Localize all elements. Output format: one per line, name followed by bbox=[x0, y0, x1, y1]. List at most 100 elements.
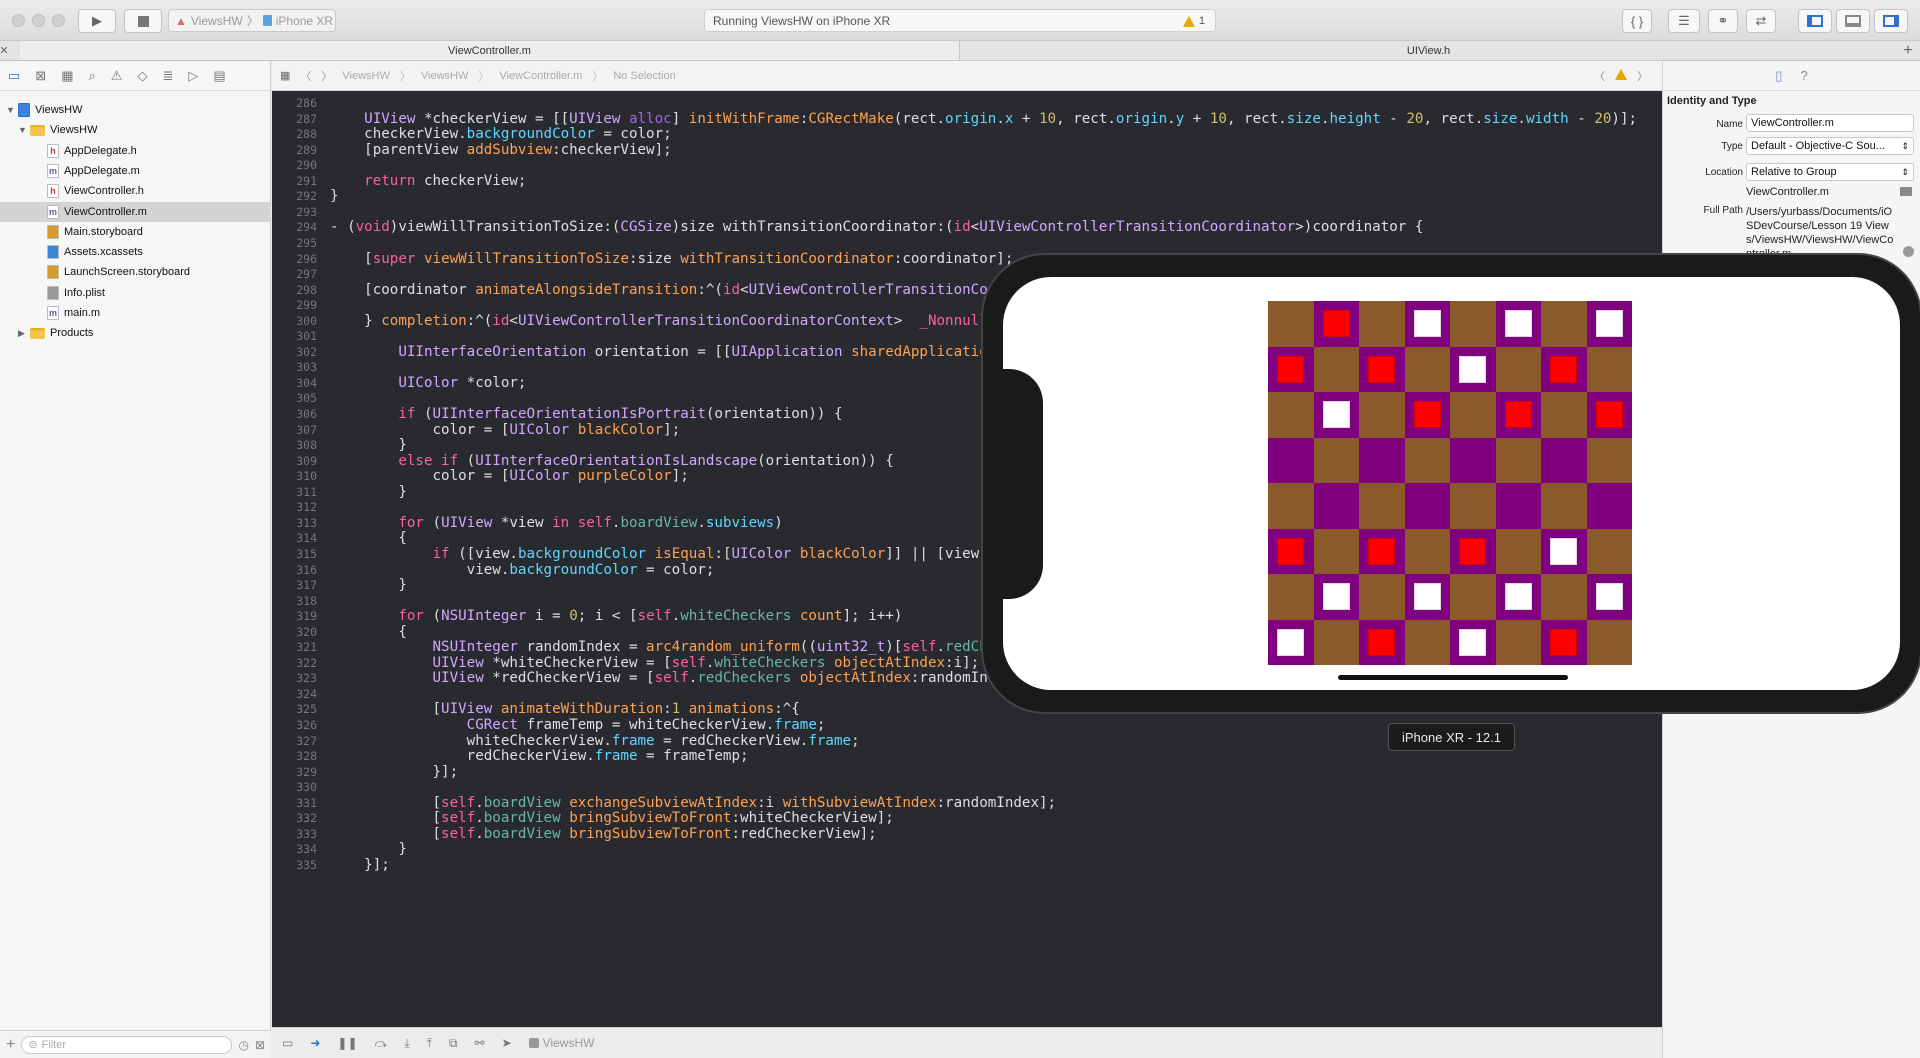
location-select[interactable]: Relative to Group ⇕ bbox=[1746, 163, 1914, 181]
navigator-item[interactable]: ▶ Products bbox=[0, 323, 271, 343]
search-icon[interactable]: ⌕ bbox=[89, 68, 96, 84]
assistant-editor-button[interactable]: ⚭ bbox=[1708, 9, 1738, 33]
zoom-window-button[interactable] bbox=[52, 14, 65, 27]
m-file-icon: m bbox=[47, 204, 59, 219]
reveal-in-finder-icon[interactable] bbox=[1903, 246, 1914, 257]
standard-editor-button[interactable]: ☰ bbox=[1668, 9, 1700, 33]
code-line[interactable]: } bbox=[330, 483, 407, 502]
code-line[interactable]: }]; bbox=[330, 856, 390, 875]
home-indicator[interactable] bbox=[1338, 675, 1568, 680]
disclosure-open-icon[interactable]: ▼ bbox=[18, 125, 28, 135]
crumb-project[interactable]: ViewsHW bbox=[342, 70, 389, 82]
iphone-simulator bbox=[983, 255, 1920, 712]
minimize-window-button[interactable] bbox=[32, 14, 45, 27]
board-cell bbox=[1313, 392, 1359, 438]
navigator-item[interactable]: h AppDelegate.h bbox=[0, 141, 271, 161]
debug-target[interactable]: ViewsHW bbox=[528, 1036, 594, 1050]
run-button[interactable]: ▶ bbox=[78, 9, 116, 33]
code-line[interactable]: } bbox=[330, 576, 407, 595]
filter-input[interactable]: ⊜ Filter bbox=[21, 1035, 233, 1054]
white-checker bbox=[1413, 583, 1441, 610]
hide-debug-area-icon[interactable]: ▭ bbox=[282, 1036, 293, 1050]
tab-viewcontroller-m[interactable]: ViewController.m bbox=[20, 41, 960, 60]
breakpoints-toggle-icon[interactable]: ➜ bbox=[310, 1036, 320, 1050]
library-button[interactable]: { } bbox=[1622, 9, 1652, 33]
disclosure-open-icon[interactable]: ▼ bbox=[6, 105, 16, 115]
disclosure-closed-icon[interactable]: ▶ bbox=[18, 328, 28, 339]
previous-issue-icon[interactable]: 〈 bbox=[1594, 68, 1605, 84]
source-control-icon[interactable]: ⊠ bbox=[35, 68, 46, 84]
step-into-icon[interactable]: ⤓ bbox=[404, 1036, 409, 1051]
test-icon[interactable]: ◇ bbox=[137, 68, 147, 84]
recent-files-icon[interactable]: ◷ bbox=[238, 1038, 248, 1052]
source-control-filter-icon[interactable]: ⊠ bbox=[255, 1038, 265, 1052]
version-editor-button[interactable]: ⇄ bbox=[1746, 9, 1776, 33]
related-items-icon[interactable]: ▦ bbox=[280, 69, 290, 82]
navigator-item-label: Products bbox=[50, 327, 94, 340]
step-out-icon[interactable]: ⤒ bbox=[427, 1036, 432, 1051]
crumb-group[interactable]: ViewsHW bbox=[421, 70, 468, 82]
navigator-item[interactable]: h ViewController.h bbox=[0, 181, 271, 201]
navigator-item[interactable]: m main.m bbox=[0, 303, 271, 323]
symbol-icon[interactable]: ▦ bbox=[61, 68, 73, 84]
warning-indicator[interactable]: 1 bbox=[1182, 15, 1205, 27]
back-button[interactable]: 〈 bbox=[300, 68, 311, 84]
navigator-item[interactable]: Main.storyboard bbox=[0, 222, 271, 242]
debug-icon[interactable]: ≣ bbox=[162, 68, 173, 84]
next-issue-icon[interactable]: 〉 bbox=[1637, 68, 1648, 84]
view-debugger-icon[interactable]: ⧉ bbox=[449, 1036, 458, 1051]
file-inspector-icon[interactable]: ▯ bbox=[1775, 68, 1782, 84]
close-window-button[interactable] bbox=[12, 14, 25, 27]
forward-button[interactable]: 〉 bbox=[321, 68, 332, 84]
warning-icon[interactable] bbox=[1615, 68, 1627, 80]
simulator-screen[interactable] bbox=[1003, 277, 1900, 690]
code-line[interactable]: [self.boardView bringSubviewToFront:redC… bbox=[330, 825, 876, 844]
add-icon[interactable]: + bbox=[6, 1036, 15, 1054]
code-line[interactable]: }]; bbox=[330, 763, 458, 782]
code-line[interactable]: [parentView addSubview:checkerView]; bbox=[330, 141, 672, 160]
memory-graph-icon[interactable]: ⚯ bbox=[475, 1036, 485, 1050]
code-line[interactable]: } bbox=[330, 187, 339, 206]
toggle-debug-area-button[interactable] bbox=[1836, 9, 1870, 33]
type-select[interactable]: Default - Objective-C Sou... ⇕ bbox=[1746, 137, 1914, 155]
navigator-item-label: main.m bbox=[64, 307, 101, 319]
toggle-inspector-button[interactable] bbox=[1874, 9, 1908, 33]
pause-icon[interactable]: ❚❚ bbox=[337, 1036, 357, 1050]
navigator-item[interactable]: m AppDelegate.m bbox=[0, 161, 271, 181]
white-checker bbox=[1459, 628, 1486, 656]
issue-icon[interactable]: ⚠ bbox=[111, 68, 123, 84]
board-cell bbox=[1359, 528, 1405, 574]
quick-help-icon[interactable]: ? bbox=[1800, 68, 1807, 83]
code-line[interactable]: UIColor *color; bbox=[330, 374, 526, 393]
navigator-item[interactable]: Assets.xcassets bbox=[0, 242, 271, 262]
board-cell bbox=[1586, 392, 1632, 438]
navigator-item[interactable]: Info.plist bbox=[0, 283, 271, 303]
red-checker bbox=[1550, 628, 1577, 656]
name-field[interactable]: ViewController.m bbox=[1746, 114, 1914, 132]
code-line[interactable]: - (void)viewWillTransitionToSize:(CGSize… bbox=[330, 218, 1423, 237]
scheme-selector[interactable]: ▲ ViewsHW 〉 iPhone XR bbox=[168, 9, 336, 32]
code-line[interactable]: return checkerView; bbox=[330, 172, 526, 191]
navigator-item[interactable]: ▼ ViewsHW bbox=[0, 120, 271, 140]
breakpoint-icon[interactable]: ▷ bbox=[188, 68, 198, 84]
location-icon[interactable]: ➤ bbox=[502, 1036, 512, 1050]
toggle-navigator-button[interactable] bbox=[1798, 9, 1832, 33]
folder-browse-icon[interactable] bbox=[1900, 187, 1912, 196]
code-line[interactable]: } completion:^(id<UIViewControllerTransi… bbox=[330, 312, 1082, 331]
tab-uiview-h[interactable]: UIView.h bbox=[961, 41, 1896, 60]
navigator-item[interactable]: LaunchScreen.storyboard bbox=[0, 262, 271, 282]
crumb-file[interactable]: ViewController.m bbox=[499, 70, 582, 82]
stop-button[interactable] bbox=[124, 9, 162, 33]
red-checker bbox=[1277, 537, 1304, 565]
report-icon[interactable]: ▤ bbox=[213, 68, 225, 84]
navigator-item[interactable]: ▼ ViewsHW bbox=[0, 100, 271, 120]
code-line[interactable]: [super viewWillTransitionToSize:size wit… bbox=[330, 250, 1013, 269]
code-line[interactable]: for (NSUInteger i = 0; i < [self.whiteCh… bbox=[330, 607, 902, 626]
crumb-symbol[interactable]: No Selection bbox=[613, 70, 675, 82]
navigator-item[interactable]: m ViewController.m bbox=[0, 201, 271, 222]
close-tab-icon[interactable]: ✕ bbox=[0, 41, 9, 60]
step-over-icon[interactable]: ⤼ bbox=[375, 1036, 388, 1051]
add-tab-button[interactable]: + bbox=[1896, 41, 1920, 60]
code-line[interactable]: UIView *redCheckerView = [self.redChecke… bbox=[330, 669, 1031, 688]
folder-icon[interactable]: ▭ bbox=[8, 68, 20, 84]
